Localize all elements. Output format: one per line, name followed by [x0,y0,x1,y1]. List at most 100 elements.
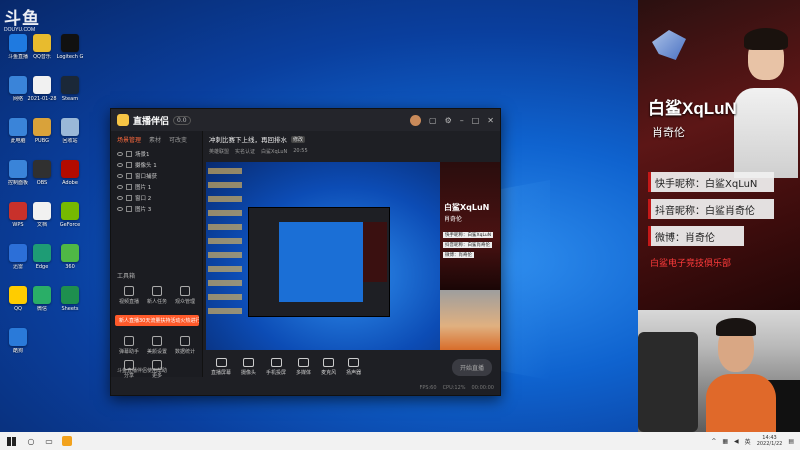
system-tray: ^ ▦ ◀ 英 14:43 2022/1/22 ▤ [711,435,800,447]
app-name: 直播伴侣 [133,116,170,127]
source-tool-icon [270,358,282,367]
desktop-icon[interactable]: 360 [56,244,84,278]
source-icon [126,172,132,179]
preview-card-name: 肖奇伦 [444,216,463,223]
desktop-icon-label: OBS [36,180,48,186]
desktop-icon[interactable]: Logitech G [56,34,84,68]
tab-scenes[interactable]: 场景管理 [117,135,141,144]
desktop-icon-label: 酷狗 [12,348,23,354]
live-title[interactable]: 冲刺比赛下上线，再回排水 [209,134,287,144]
go-live-button[interactable]: 开始直播 [451,358,492,376]
scene-item[interactable]: 图片 1 [111,181,202,192]
source-tool-button[interactable]: 多媒体 [296,358,311,376]
verify-label: 实名认证 [235,149,256,155]
start-button[interactable] [0,432,22,450]
desktop-icon[interactable]: 2021-01-28 [27,76,57,110]
app-icon [9,118,27,136]
notification-icon[interactable]: ▤ [788,438,794,445]
toolbox-item[interactable]: 视频直播 [115,286,143,305]
app-icon [9,34,27,52]
desktop-icon[interactable]: Steam [56,76,84,110]
streamer-label: 白鲨XqLuN [261,149,288,155]
app-icon [61,244,79,262]
desktop-icon[interactable]: OBS [28,160,56,194]
source-icon [126,205,132,212]
app-icon [61,160,79,178]
stream-preview[interactable]: 白鲨XqLuN 肖奇伦 快手昵称：白鲨XqLuN 抖音昵称：白鲨肖奇伦 微博：肖… [206,162,500,350]
desktop-icon-label: 文档 [36,222,47,228]
desktop-icon[interactable]: QQ音乐 [28,34,56,68]
network-icon[interactable]: ▦ [722,438,728,445]
gift-icon[interactable]: ▢ [429,116,437,125]
edit-title-button[interactable]: 修改 [291,135,306,143]
help-link[interactable]: 斗鱼直播伴侣使用帮助 [111,363,203,377]
app-icon [33,34,51,52]
eye-icon[interactable] [117,195,123,200]
app-icon [33,202,51,220]
scene-label: 图片 1 [135,184,152,191]
desktop-icon[interactable]: 回收站 [56,118,84,152]
scene-label: 窗口捕获 [135,173,158,180]
tab-sources[interactable]: 素材 [149,135,161,144]
settings-icon[interactable]: ⚙ [445,116,452,125]
clock[interactable]: 14:43 2022/1/22 [757,435,783,447]
close-icon[interactable]: ✕ [487,116,494,125]
desktop-icon[interactable]: 文档 [28,202,56,236]
desktop-icon-label: 回收站 [62,138,78,144]
source-tool-button[interactable]: 摄像头 [241,358,256,376]
eye-icon[interactable] [117,184,123,189]
desktop-icon-label: PUBG [35,138,49,144]
live-companion-window[interactable]: 直播伴侣 0.0 ▢ ⚙ – □ ✕ 场景管理 素材 可改变 场景1 摄像头 1 窗… [110,108,501,396]
source-icon [126,150,132,157]
eye-icon[interactable] [117,173,123,178]
desktop-icon[interactable]: Sheets [56,286,84,320]
scene-item[interactable]: 窗口捕获 [111,170,202,181]
source-tool-button[interactable]: 扬声器 [346,358,361,376]
app-icon [33,286,51,304]
tray-up-icon[interactable]: ^ [711,438,716,445]
desktop-icon[interactable]: Adobe [56,160,84,194]
volume-icon[interactable]: ◀ [734,438,739,445]
minimize-icon[interactable]: – [460,116,464,125]
task-view-icon[interactable]: ▭ [40,432,58,450]
category-label[interactable]: 英雄联盟 [209,148,229,155]
taskbar-app-icon[interactable] [58,432,76,450]
desktop-icon[interactable]: PUBG [28,118,56,152]
toolbox-item[interactable]: 弹幕助手 [115,336,143,355]
eye-icon[interactable] [117,151,123,156]
toolbox-item[interactable]: 新人任务 [143,286,171,305]
promo-banner[interactable]: 新人直播30天流量扶持活动火热进行中 [115,315,199,326]
tool-label: 新人任务 [146,299,167,305]
desktop-icon[interactable]: 酷狗 [4,328,32,362]
eye-icon[interactable] [117,162,123,167]
source-tool-icon [243,358,255,367]
desktop-icon[interactable]: GeForce [56,202,84,236]
ime-indicator[interactable]: 英 [745,437,751,446]
eye-icon[interactable] [117,206,123,211]
toolbox-item[interactable]: 观众管理 [171,286,199,305]
tab-editable[interactable]: 可改变 [169,135,187,144]
douyu-watermark: 斗鱼 DOUYU.COM [4,9,40,33]
preview-desktop [206,162,440,350]
source-tool-button[interactable]: 手机投屏 [266,358,286,376]
scene-item[interactable]: 图片 3 [111,203,202,214]
source-tool-button[interactable]: 直播屏幕 [211,358,231,376]
desktop-icon[interactable]: Edge [28,244,56,278]
desktop-icon[interactable]: 微信 [28,286,56,320]
toolbox-item[interactable]: 数据统计 [171,336,199,355]
scene-item[interactable]: 窗口 2 [111,192,202,203]
app-titlebar[interactable]: 直播伴侣 0.0 ▢ ⚙ – □ ✕ [111,109,500,131]
source-tool-label: 摄像头 [241,370,257,376]
maximize-icon[interactable]: □ [472,116,480,125]
search-icon[interactable]: ○ [22,432,40,450]
scene-item[interactable]: 场景1 [111,148,202,159]
source-tool-button[interactable]: 麦克风 [321,358,336,376]
user-avatar[interactable] [410,114,421,126]
tool-icon [124,336,134,346]
desktop-icon-label: 斗鱼直播 [7,54,28,60]
scene-item[interactable]: 摄像头 1 [111,159,202,170]
tool-icon [180,286,190,296]
toolbox-item[interactable]: 美颜设置 [143,336,171,355]
app-icon [9,76,27,94]
preview-camera [440,290,500,350]
